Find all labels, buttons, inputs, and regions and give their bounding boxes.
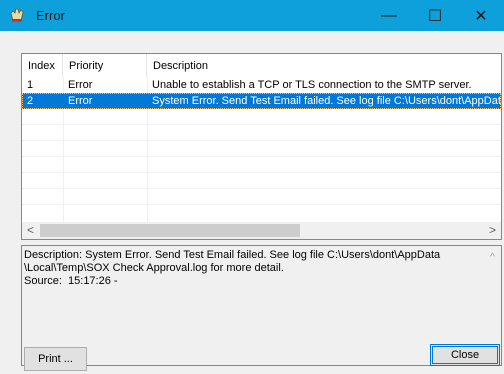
print-button-label: Print ... (38, 353, 73, 365)
print-button[interactable]: Print ... (24, 347, 87, 371)
list-header: Index Priority Description (22, 54, 501, 76)
title-bar[interactable]: Error — ☐ ✕ (0, 0, 504, 31)
column-header-description[interactable]: Description (147, 54, 501, 76)
scroll-right-icon[interactable]: > (484, 222, 501, 239)
cell-priority: Error (68, 95, 93, 107)
cell-description: Unable to establish a TCP or TLS connect… (152, 79, 472, 91)
scrollbar-thumb[interactable] (40, 224, 300, 237)
detail-text: Description: System Error. Send Test Ema… (24, 249, 441, 287)
window-title: Error (36, 8, 65, 23)
scroll-up-icon[interactable]: ^ (484, 249, 501, 266)
table-row-selected[interactable]: 2 Error System Error. Send Test Email fa… (22, 93, 501, 109)
error-list[interactable]: Index Priority Description 1 Error Unabl… (21, 53, 502, 240)
cell-index: 2 (27, 95, 34, 107)
horizontal-scrollbar[interactable]: < > (22, 222, 501, 239)
close-window-button[interactable]: ✕ (458, 0, 504, 31)
cell-index: 1 (27, 79, 34, 91)
app-icon (9, 7, 25, 23)
grid-line (22, 188, 501, 189)
close-button-label: Close (450, 349, 480, 361)
minimize-button[interactable]: — (366, 0, 412, 31)
column-header-priority[interactable]: Priority (63, 54, 147, 76)
grid-line (22, 156, 501, 157)
maximize-button[interactable]: ☐ (412, 0, 458, 31)
close-button[interactable]: Close (430, 344, 500, 366)
scroll-left-icon[interactable]: < (22, 222, 39, 239)
cell-description: System Error. Send Test Email failed. Se… (152, 95, 501, 107)
cell-priority: Error (68, 79, 93, 91)
column-header-index[interactable]: Index (22, 54, 63, 76)
table-row[interactable]: 1 Error Unable to establish a TCP or TLS… (22, 77, 501, 93)
grid-line (22, 172, 501, 173)
grid-line (22, 140, 501, 141)
grid-line (22, 204, 501, 205)
grid-line (22, 124, 501, 125)
